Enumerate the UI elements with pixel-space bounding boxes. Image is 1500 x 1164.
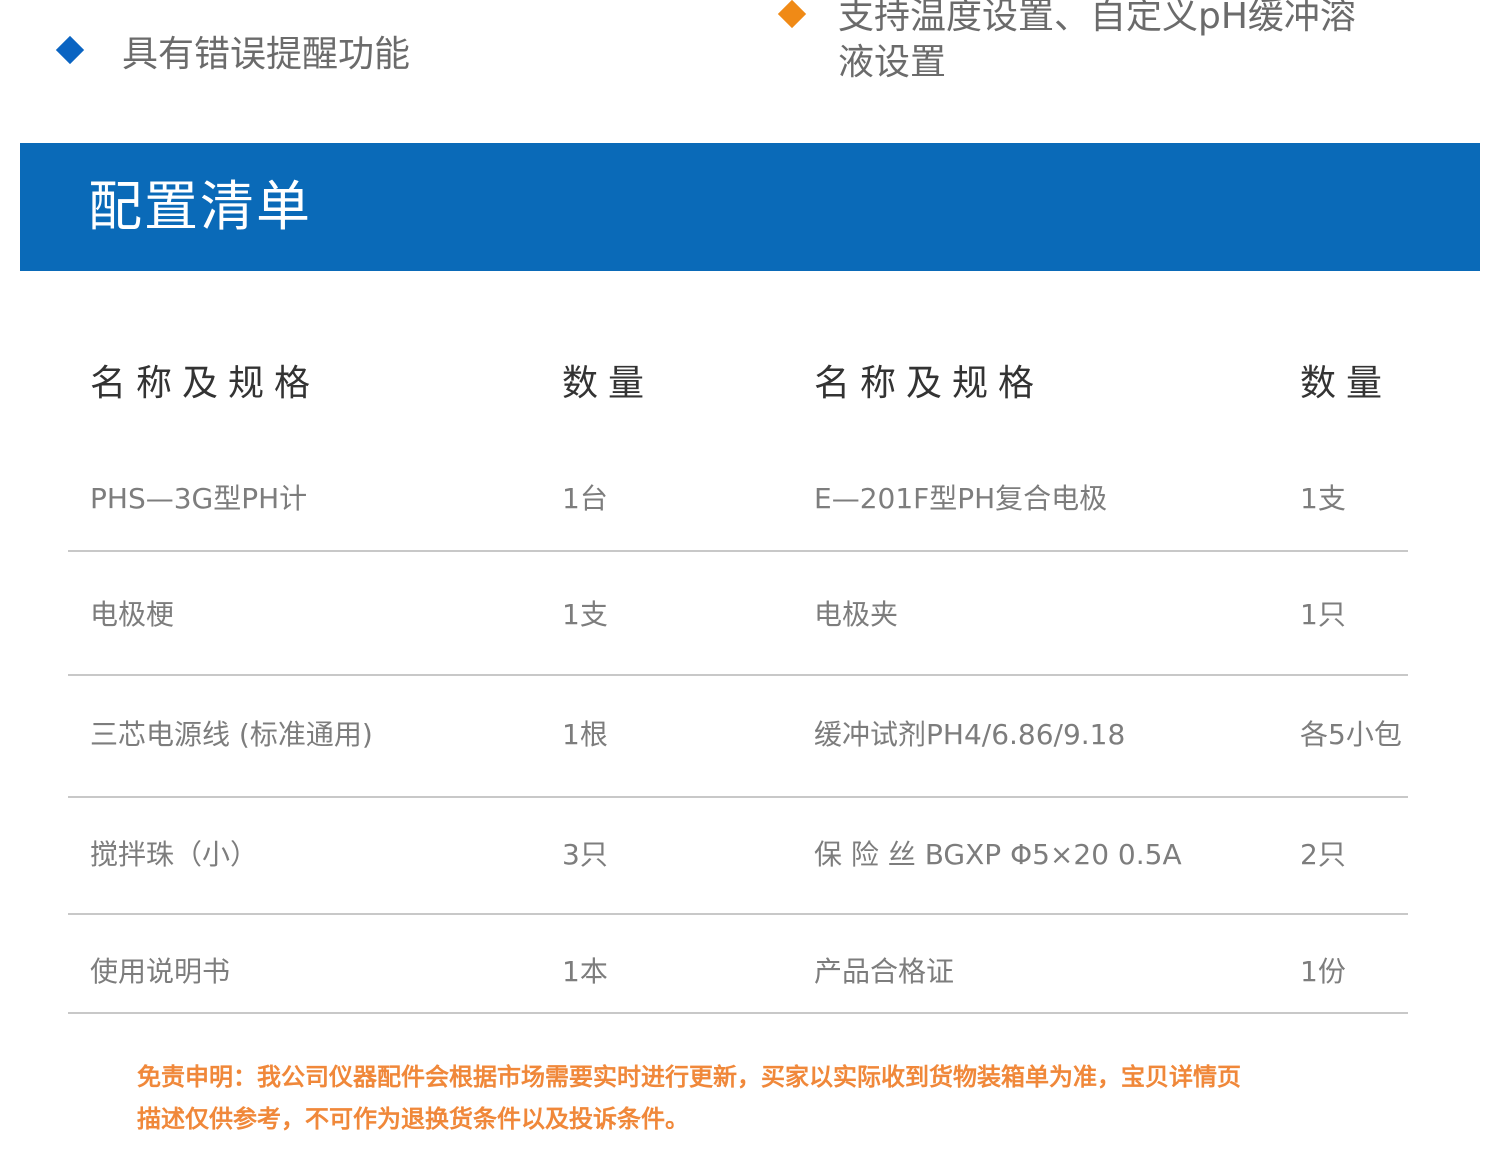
cell-item-name: 三芯电源线 (标准通用) <box>90 718 373 751</box>
cell-item-name: 使用说明书 <box>90 955 231 988</box>
table-header-row: 名称及规格 数量 名称及规格 数量 <box>68 320 1408 440</box>
section-title: 配置清单 <box>88 175 312 238</box>
cell-quantity: 3只 <box>562 838 608 871</box>
cell-item-name: 产品合格证 <box>814 955 955 988</box>
cell-item-name: 搅拌珠（小） <box>90 838 259 871</box>
feature-text: 具有错误提醒功能 <box>122 34 411 75</box>
cell-item-name: 电极夹 <box>814 598 899 631</box>
blue-diamond-bullet-icon <box>55 35 85 65</box>
cell-item-name: 电极梗 <box>90 598 175 631</box>
cell-item-name: E—201F型PH复合电极 <box>814 482 1108 515</box>
header-name-spec-2: 名称及规格 <box>814 363 1045 404</box>
feature-text-line-1: 支持温度设置、自定义pH缓冲溶 <box>838 0 1356 37</box>
cell-quantity: 1份 <box>1300 955 1346 988</box>
cell-item-name: PHS—3G型PH计 <box>90 482 308 515</box>
header-quantity-2: 数量 <box>1300 363 1393 404</box>
disclaimer-note: 免责申明：我公司仪器配件会根据市场需要实时进行更新，买家以实际收到货物装箱单为准… <box>137 1056 1377 1140</box>
table-row: 三芯电源线 (标准通用) 1根 缓冲试剂PH4/6.86/9.18 各5小包 <box>68 676 1408 798</box>
cell-item-name: 缓冲试剂PH4/6.86/9.18 <box>814 718 1126 751</box>
cell-quantity: 1只 <box>1300 598 1346 631</box>
feature-item-temperature-settings: 支持温度设置、自定义pH缓冲溶 液设置 <box>777 0 1420 86</box>
table-row: 使用说明书 1本 产品合格证 1份 <box>68 915 1408 1014</box>
cell-quantity: 1支 <box>562 598 608 631</box>
config-table: 名称及规格 数量 名称及规格 数量 PHS—3G型PH计 1台 E—201F型P… <box>68 320 1408 1014</box>
cell-quantity: 2只 <box>1300 838 1346 871</box>
feature-item-error-reminder: 具有错误提醒功能 <box>55 32 411 78</box>
section-header-band: 配置清单 <box>20 143 1480 271</box>
cell-quantity: 各5小包 <box>1300 718 1402 751</box>
disclaimer-line-2: 描述仅供参考，不可作为退换货条件以及投诉条件。 <box>137 1105 689 1133</box>
disclaimer-line-1: 免责申明：我公司仪器配件会根据市场需要实时进行更新，买家以实际收到货物装箱单为准… <box>137 1063 1241 1091</box>
header-quantity-1: 数量 <box>562 363 655 404</box>
page: 具有错误提醒功能 支持温度设置、自定义pH缓冲溶 液设置 配置清单 名称及规格 … <box>0 0 1500 1164</box>
cell-quantity: 1本 <box>562 955 608 988</box>
cell-item-name: 保 险 丝 BGXP Φ5×20 0.5A <box>814 838 1182 871</box>
table-row: 搅拌珠（小） 3只 保 险 丝 BGXP Φ5×20 0.5A 2只 <box>68 798 1408 915</box>
cell-quantity: 1支 <box>1300 482 1346 515</box>
orange-diamond-bullet-icon <box>777 0 807 29</box>
cell-quantity: 1台 <box>562 482 608 515</box>
header-name-spec-1: 名称及规格 <box>90 363 321 404</box>
feature-list: 具有错误提醒功能 支持温度设置、自定义pH缓冲溶 液设置 <box>0 0 1500 130</box>
table-row: PHS—3G型PH计 1台 E—201F型PH复合电极 1支 <box>68 440 1408 552</box>
feature-text-line-2: 液设置 <box>838 42 947 83</box>
cell-quantity: 1根 <box>562 718 608 751</box>
feature-text-block: 支持温度设置、自定义pH缓冲溶 液设置 <box>838 0 1356 86</box>
table-row: 电极梗 1支 电极夹 1只 <box>68 552 1408 676</box>
